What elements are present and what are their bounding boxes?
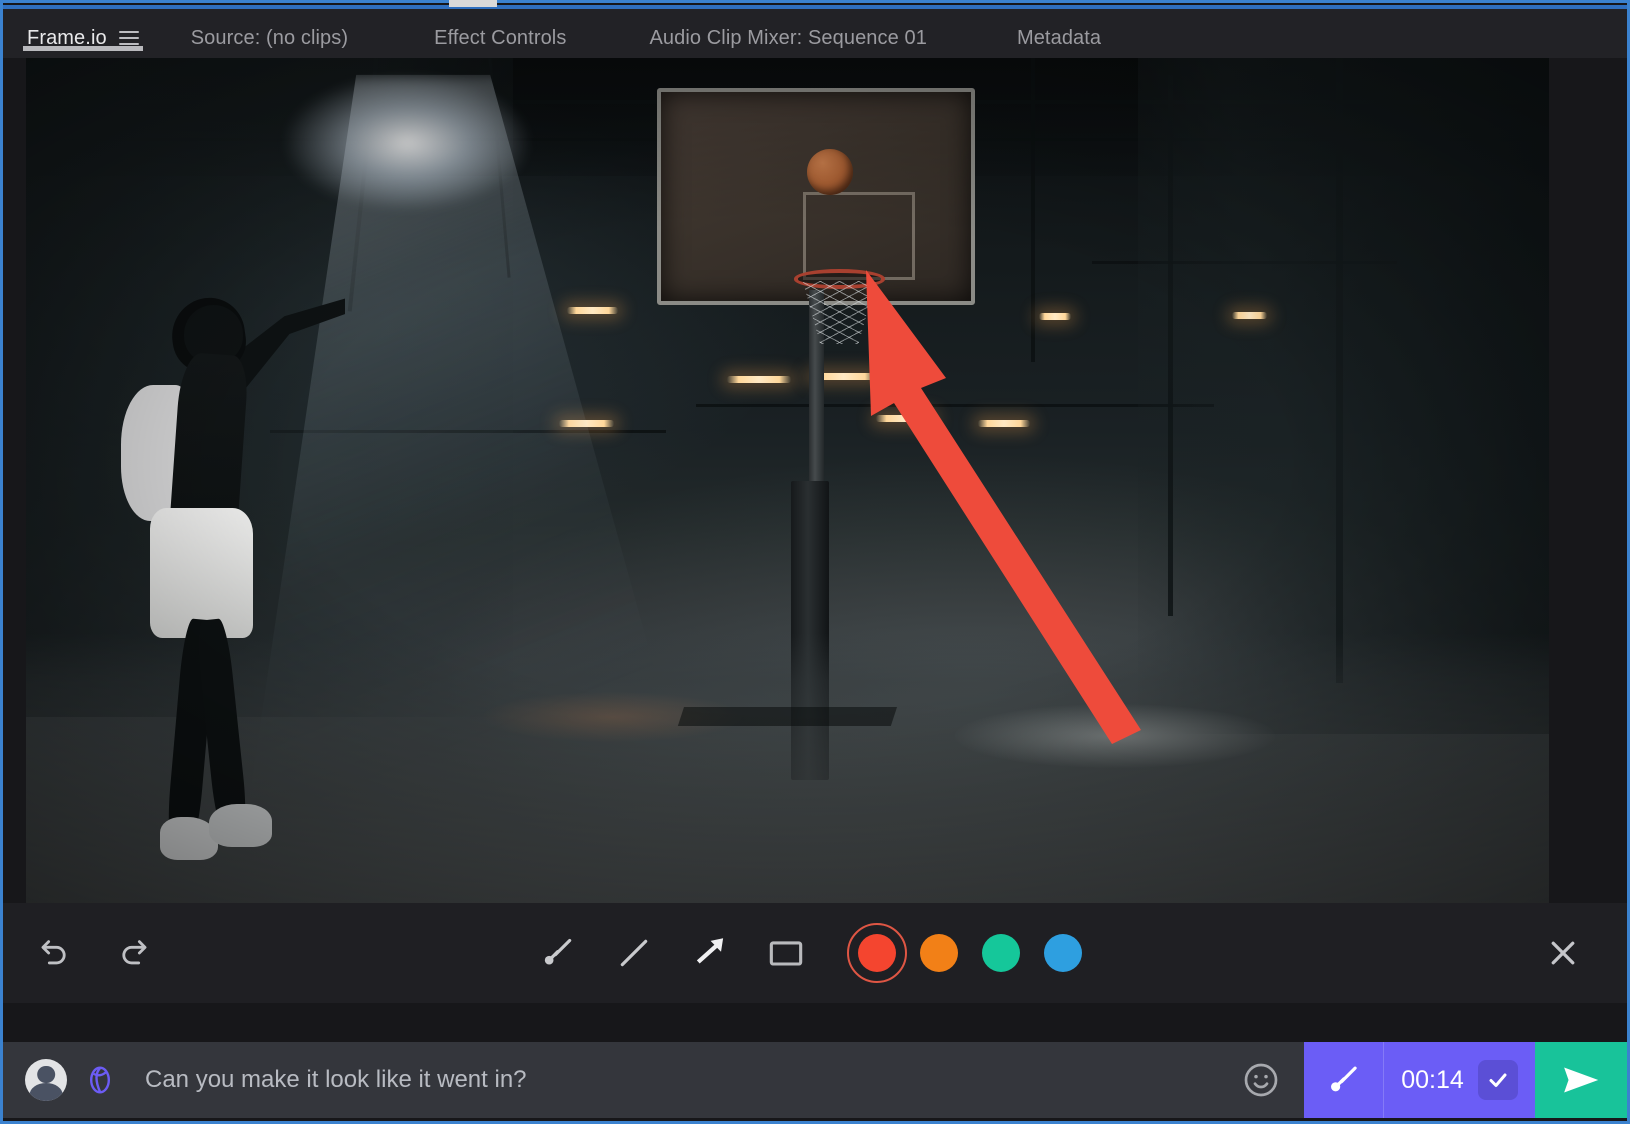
timestamp-label: 00:14 <box>1401 1065 1464 1094</box>
color-swatch-teal[interactable] <box>970 925 1032 981</box>
undo-icon[interactable] <box>33 931 77 975</box>
color-swatch-blue-dot <box>1044 934 1082 972</box>
tab-source-label: Source: (no clips) <box>190 26 349 49</box>
line-tool-button[interactable] <box>612 931 656 975</box>
video-frame <box>26 58 1549 903</box>
frameio-panel: Frame.io Source: (no clips) Effect Contr… <box>0 0 1630 1124</box>
tab-source[interactable]: Source: (no clips) <box>187 9 352 55</box>
tab-effect-controls-label: Effect Controls <box>434 26 567 49</box>
annotation-toolbar <box>3 903 1627 1003</box>
window-drag-nub <box>449 0 497 7</box>
color-swatch-blue[interactable] <box>1032 925 1094 981</box>
color-swatch-red-dot <box>858 934 896 972</box>
redo-icon[interactable] <box>111 931 155 975</box>
emoji-icon[interactable] <box>1218 1042 1304 1118</box>
comment-bar: 00:14 <box>3 1042 1627 1118</box>
panel-menu-icon[interactable] <box>118 31 139 45</box>
player-silhouette <box>87 286 346 903</box>
color-swatch-orange-dot <box>920 934 958 972</box>
timestamp-toggle[interactable]: 00:14 <box>1383 1042 1535 1118</box>
color-swatch-red[interactable] <box>846 923 908 983</box>
comment-input[interactable] <box>133 1066 1218 1094</box>
tab-audio-clip-mixer-label: Audio Clip Mixer: Sequence 01 <box>649 26 927 49</box>
tab-frameio[interactable]: Frame.io <box>23 9 143 55</box>
comment-brush-button[interactable] <box>1304 1042 1383 1118</box>
close-icon[interactable] <box>1541 931 1585 975</box>
send-icon[interactable] <box>1535 1042 1627 1118</box>
video-viewer[interactable] <box>26 58 1549 903</box>
color-swatches <box>846 923 1094 983</box>
tab-metadata[interactable]: Metadata <box>1013 9 1105 55</box>
tab-effect-controls[interactable]: Effect Controls <box>430 9 570 55</box>
timestamp-checkbox[interactable] <box>1477 1060 1518 1100</box>
color-swatch-orange[interactable] <box>908 925 970 981</box>
brush-tool-button[interactable] <box>536 931 580 975</box>
avatar[interactable] <box>25 1059 67 1101</box>
color-swatch-teal-dot <box>982 934 1020 972</box>
window-top-strip <box>3 5 1627 9</box>
tab-metadata-label: Metadata <box>1016 26 1102 49</box>
globe-icon[interactable] <box>83 1063 117 1097</box>
rectangle-tool-button[interactable] <box>764 931 808 975</box>
panel-tab-bar: Frame.io Source: (no clips) Effect Contr… <box>3 9 1627 58</box>
arrow-tool-button[interactable] <box>688 931 732 975</box>
tab-frameio-label: Frame.io <box>27 26 107 49</box>
tab-audio-clip-mixer[interactable]: Audio Clip Mixer: Sequence 01 <box>645 9 931 55</box>
